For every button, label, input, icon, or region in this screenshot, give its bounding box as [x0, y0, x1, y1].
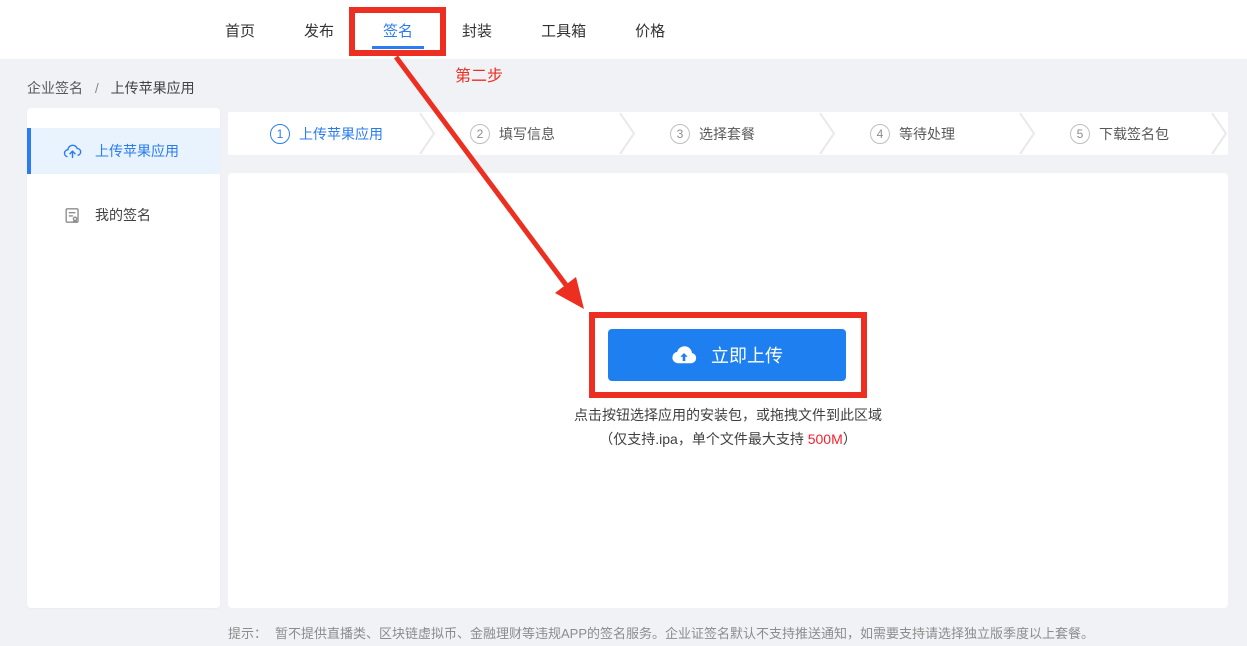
nav-item-sign[interactable]: 签名	[372, 20, 425, 49]
step-wizard: 1 上传苹果应用 2 填写信息 3 选择套餐 4 等待处理 5 下载签名包	[228, 112, 1228, 155]
nav-item-sign-label: 签名	[383, 22, 414, 40]
step-label: 上传苹果应用	[299, 125, 383, 142]
hint-prefix: （仅支持.ipa，单个文件最大支持	[599, 431, 808, 447]
breadcrumb: 企业签名 / 上传苹果应用	[27, 78, 195, 98]
nav-item-package[interactable]: 封装	[462, 20, 492, 41]
nav-item-price[interactable]: 价格	[635, 20, 665, 41]
chevron-right-icon	[619, 112, 636, 155]
step-number: 2	[470, 123, 490, 144]
upload-now-label: 立即上传	[711, 346, 783, 366]
step-label: 下载签名包	[1099, 125, 1169, 142]
hint-suffix: ）	[842, 431, 857, 447]
wizard-step-3-choose-plan: 3 选择套餐	[628, 112, 836, 155]
footer-tip: 提示： 暂不提供直播类、区块链虚拟币、金融理财等违规APP的签名服务。企业证签名默…	[228, 623, 1094, 642]
chevron-right-icon	[819, 112, 836, 155]
breadcrumb-enterprise-sign[interactable]: 企业签名	[27, 80, 83, 96]
cloud-upload-icon	[672, 346, 697, 364]
step-number: 4	[870, 123, 890, 144]
max-size-value: 500M	[807, 431, 843, 447]
breadcrumb-upload-app: 上传苹果应用	[110, 80, 195, 96]
sidebar-item-label: 上传苹果应用	[95, 143, 179, 159]
upload-hint-line1: 点击按钮选择应用的安装包，或拖拽文件到此区域	[574, 407, 882, 423]
step-label: 填写信息	[499, 125, 555, 142]
chevron-right-icon	[1019, 112, 1036, 155]
wizard-step-1-upload: 1 上传苹果应用	[228, 112, 436, 155]
step-number: 1	[270, 123, 290, 144]
active-tab-underline	[372, 45, 425, 49]
chevron-right-icon	[419, 112, 436, 155]
step-label: 等待处理	[899, 125, 955, 142]
header: 首页 发布 签名 封装 工具箱 价格	[0, 0, 1247, 60]
nav-item-toolbox[interactable]: 工具箱	[541, 20, 586, 41]
nav-item-publish[interactable]: 发布	[304, 20, 334, 41]
sidebar-item-upload-apple-app[interactable]: 上传苹果应用	[27, 128, 220, 174]
wizard-step-4-waiting: 4 等待处理	[828, 112, 1036, 155]
nav-item-home[interactable]: 首页	[225, 20, 255, 41]
wizard-step-2-fill-info: 2 填写信息	[428, 112, 636, 155]
annotation-step-note: 第二步	[455, 68, 504, 85]
upload-hint-line2: （仅支持.ipa，单个文件最大支持 500M）	[228, 429, 1228, 449]
main-nav: 首页 发布 签名 封装 工具箱 价格	[225, 0, 665, 60]
upload-drop-zone[interactable]	[228, 173, 1228, 608]
signature-document-icon	[65, 207, 79, 223]
step-label: 选择套餐	[699, 125, 755, 142]
sidebar: 上传苹果应用 我的签名	[27, 108, 220, 608]
upload-now-button[interactable]: 立即上传	[608, 329, 846, 381]
chevron-right-icon	[1211, 112, 1228, 155]
wizard-step-5-download: 5 下载签名包	[1028, 112, 1228, 155]
sidebar-item-label: 我的签名	[95, 207, 151, 223]
breadcrumb-separator: /	[94, 80, 99, 96]
step-number: 3	[670, 123, 690, 144]
tip-label: 提示：	[228, 626, 268, 641]
tip-text: 暂不提供直播类、区块链虚拟币、金融理财等违规APP的签名服务。企业证签名默认不支…	[275, 626, 1095, 641]
cloud-upload-icon	[63, 144, 82, 158]
step-number: 5	[1070, 123, 1090, 144]
sidebar-item-my-signatures[interactable]: 我的签名	[27, 192, 220, 238]
